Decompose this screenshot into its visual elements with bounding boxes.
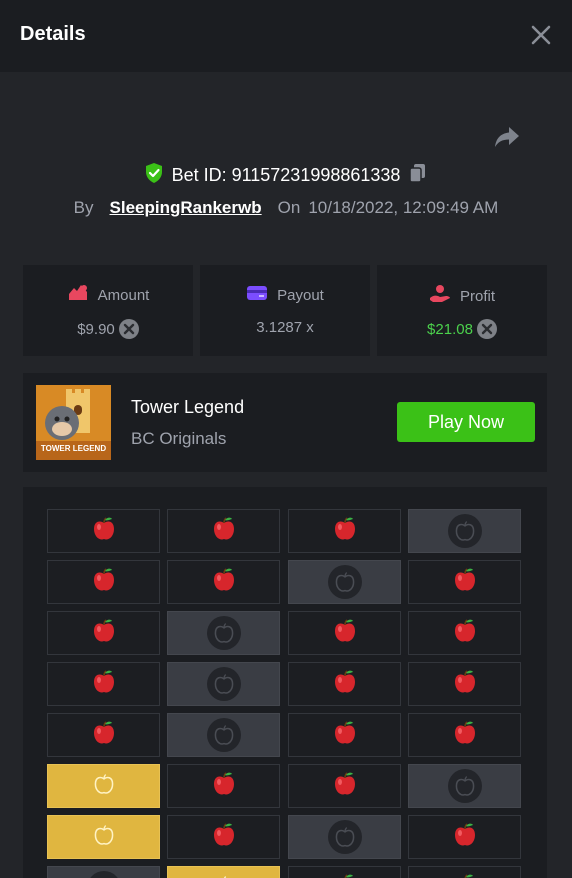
empty-apple-icon (206, 667, 241, 701)
apple-tile (288, 764, 401, 808)
play-now-button[interactable]: Play Now (397, 402, 535, 442)
details-header: Details (0, 0, 572, 72)
stat-value: $21.08 (427, 320, 473, 338)
shield-check-icon (144, 162, 164, 189)
apple-icon (210, 821, 238, 854)
game-provider: BC Originals (131, 429, 227, 448)
apple-tile (288, 713, 401, 757)
apple-tile (288, 662, 401, 706)
apple-icon (331, 668, 359, 701)
coin-icon (476, 319, 497, 339)
empty-apple-icon (447, 769, 482, 803)
stat-value: $9.90 (77, 320, 115, 338)
copy-icon[interactable] (408, 162, 428, 189)
stat-label: Amount (97, 286, 150, 304)
apple-tile (408, 815, 521, 859)
stone-tile (408, 764, 521, 808)
apple-icon (451, 566, 479, 599)
profit-icon (429, 284, 451, 308)
apple-icon (331, 617, 359, 650)
empty-apple-icon (206, 616, 241, 650)
empty-apple-icon (327, 565, 362, 599)
apple-tile (167, 509, 280, 553)
apple-tile (408, 662, 521, 706)
apple-icon (451, 719, 479, 752)
golden-tile (167, 866, 280, 878)
golden-apple-icon (212, 874, 236, 878)
stat-value: 3.1287 x (256, 319, 314, 336)
apple-tile (167, 764, 280, 808)
stone-tile (167, 662, 280, 706)
golden-apple-icon (92, 772, 116, 801)
apple-icon (451, 872, 479, 878)
stone-tile (167, 713, 280, 757)
apple-icon (210, 770, 238, 803)
apple-icon (331, 872, 359, 878)
apple-icon (451, 668, 479, 701)
apple-icon (90, 617, 118, 650)
apple-icon (210, 515, 238, 548)
apple-tile (47, 662, 160, 706)
stat-label: Payout (277, 286, 324, 304)
stat-payout: Payout 3.1287 x (200, 265, 370, 356)
apple-tile (408, 611, 521, 655)
close-icon[interactable] (528, 22, 554, 48)
by-label: By (73, 198, 94, 217)
golden-apple-icon (92, 823, 116, 852)
stone-tile (47, 866, 160, 878)
apple-tile (408, 560, 521, 604)
apple-tile (408, 713, 521, 757)
apple-tile (47, 713, 160, 757)
bet-datetime: 10/18/2022, 12:09:49 AM (308, 198, 499, 217)
thumbnail-caption: TOWER LEGEND (40, 444, 107, 453)
stone-tile (288, 815, 401, 859)
wallet-icon (246, 284, 268, 306)
apple-tile (47, 611, 160, 655)
bet-id-row: Bet ID: 91157231998861338 (0, 162, 572, 188)
stone-tile (167, 611, 280, 655)
username-link[interactable]: SleepingRankerwb (110, 198, 262, 218)
golden-tile (47, 815, 160, 859)
apple-icon (90, 719, 118, 752)
apple-icon (451, 617, 479, 650)
game-name[interactable]: Tower Legend (131, 397, 244, 418)
apple-icon (331, 719, 359, 752)
apple-tile (408, 866, 521, 878)
bet-stats: Amount $9.90 Payout 3.1287 x Profit $21.… (23, 265, 547, 356)
page-title: Details (20, 23, 86, 45)
stat-label: Profit (459, 287, 495, 305)
apple-icon (451, 821, 479, 854)
stat-amount: Amount $9.90 (23, 265, 193, 356)
amount-icon (67, 284, 89, 306)
apple-tile (47, 509, 160, 553)
apple-icon (331, 770, 359, 803)
share-icon[interactable] (493, 124, 521, 150)
apple-tile (288, 509, 401, 553)
golden-tile (47, 764, 160, 808)
empty-apple-icon (327, 820, 362, 854)
apple-icon (90, 515, 118, 548)
coin-icon (118, 319, 139, 339)
game-thumbnail[interactable]: TOWER LEGEND (36, 385, 111, 460)
game-board (23, 487, 547, 878)
empty-apple-icon (86, 871, 121, 878)
empty-apple-icon (206, 718, 241, 752)
apple-tile (288, 611, 401, 655)
game-card: TOWER LEGEND Tower Legend BC Originals P… (23, 373, 547, 472)
bet-id: Bet ID: 91157231998861338 (171, 164, 401, 185)
apple-tile (167, 815, 280, 859)
apple-icon (210, 566, 238, 599)
empty-apple-icon (447, 514, 482, 548)
stone-tile (288, 560, 401, 604)
apple-icon (331, 515, 359, 548)
apple-tile (47, 560, 160, 604)
byline: By SleepingRankerwb On 10/18/2022, 12:09… (0, 195, 572, 221)
apple-tile (167, 560, 280, 604)
stone-tile (408, 509, 521, 553)
apple-icon (90, 566, 118, 599)
apple-icon (90, 668, 118, 701)
on-label: On (277, 198, 301, 217)
apple-tile (288, 866, 401, 878)
stat-profit: Profit $21.08 (377, 265, 547, 356)
